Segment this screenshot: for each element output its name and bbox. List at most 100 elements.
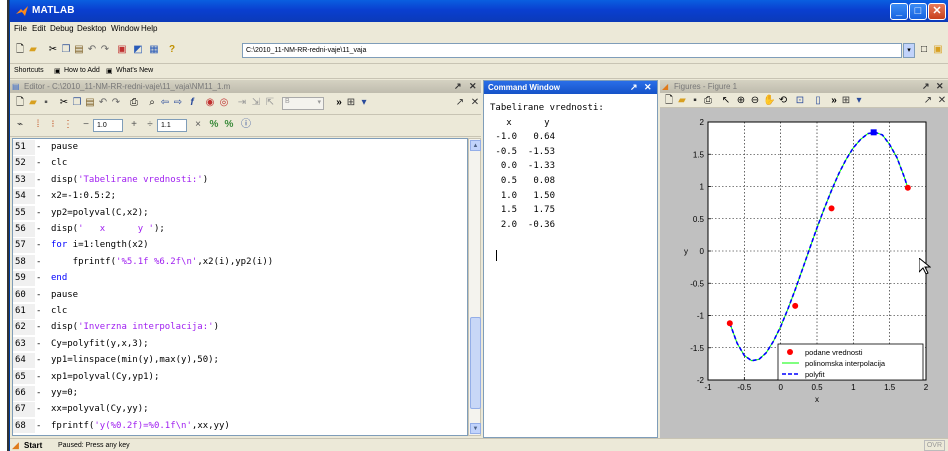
figure-toolbar-close-icon[interactable]: ✕ [936,95,948,107]
editor-close-icon[interactable]: ✕ [469,80,477,93]
title-bar[interactable]: MATLAB _ □ ✕ [10,0,948,22]
line-executable-marker[interactable]: - [36,288,41,303]
code-line[interactable]: 55- yp2=polyval(C,x2); [13,205,467,221]
figure-overflow-icon[interactable]: » [828,95,840,107]
step-icon[interactable]: ⇥ [236,97,248,109]
redo-icon[interactable]: ↷ [99,44,111,56]
line-number[interactable]: 53 [13,172,35,188]
minimize-button[interactable]: _ [890,3,908,20]
scroll-up-icon[interactable]: ▲ [470,140,481,151]
line-number[interactable]: 65 [13,369,35,385]
undo-icon[interactable]: ↶ [86,44,98,56]
editor-redo-icon[interactable]: ↷ [110,97,122,109]
line-number[interactable]: 68 [13,418,35,434]
decrement-value-input[interactable]: 1.0 [93,119,123,132]
editor-title-bar[interactable]: ▤ Editor - C:\2010_11-NM-RR-redni-vaje\1… [10,80,481,93]
eval-cell-icon[interactable]: ⁞ [32,119,44,131]
code-line[interactable]: 54- x2=-1:0.5:2; [13,189,467,204]
menu-debug[interactable]: Debug [50,24,74,33]
data-cursor-icon[interactable]: ⊡ [794,95,806,107]
decrement-icon[interactable]: − [80,119,92,131]
cell-mode-icon[interactable]: ⌁ [14,119,26,131]
line-number[interactable]: 57 [13,238,35,253]
up-folder-icon[interactable]: ▣ [932,44,944,56]
line-number[interactable]: 59 [13,271,35,286]
pan-icon[interactable]: ✋ [763,95,775,107]
line-number[interactable]: 60 [13,287,35,303]
line-number[interactable]: 61 [13,304,35,319]
editor-new-icon[interactable]: 🗋 [14,97,26,109]
figure-new-icon[interactable]: 🗋 [663,95,675,107]
line-executable-marker[interactable]: - [36,304,41,319]
breakpoint-icon[interactable]: ◉ [204,97,216,109]
code-line[interactable]: 60- pause [13,287,467,303]
folder-dropdown-button[interactable]: ▾ [903,43,915,58]
line-executable-marker[interactable]: - [36,238,41,253]
figure-print-icon[interactable]: ⎙ [702,95,714,107]
line-executable-marker[interactable]: - [36,386,41,401]
paste-icon[interactable]: ▤ [73,44,85,56]
comment-icon[interactable]: % [208,119,220,131]
command-window-title-bar[interactable]: Command Window ↗ ✕ [484,81,657,94]
line-executable-marker[interactable]: - [36,173,41,188]
editor-undo-icon[interactable]: ↶ [97,97,109,109]
scroll-down-icon[interactable]: ▼ [470,423,481,434]
code-line[interactable]: 56- disp(' x y '); [13,222,467,237]
step-in-icon[interactable]: ⇲ [250,97,262,109]
copy-icon[interactable]: ❐ [60,44,72,56]
code-line[interactable]: 57- for i=1:length(x2) [13,238,467,253]
shortcut-how-to-add[interactable]: How to Add [64,67,100,74]
figure-layout-dropdown-icon[interactable]: ▾ [853,95,865,107]
current-folder-input[interactable]: C:\2010_11-NM-RR-redni-vaje\11_vaja [242,43,902,58]
code-line[interactable]: 51- pause [13,140,467,155]
uncomment-icon[interactable]: % [223,119,235,131]
line-number[interactable]: 56 [13,222,35,237]
command-window-close-icon[interactable]: ✕ [644,81,652,94]
step-out-icon[interactable]: ⇱ [264,97,276,109]
rotate-icon[interactable]: ⟲ [777,95,789,107]
code-line[interactable]: 53- disp('Tabelirane vrednosti:') [13,172,467,188]
increment-icon[interactable]: + [128,119,140,131]
scroll-thumb[interactable] [470,317,481,409]
line-executable-marker[interactable]: - [36,337,41,352]
line-executable-marker[interactable]: - [36,206,41,221]
line-executable-marker[interactable]: - [36,140,41,155]
code-line[interactable]: 67- xx=polyval(Cy,yy); [13,402,467,417]
command-window-undock-icon[interactable]: ↗ [630,81,638,94]
stack-dropdown[interactable]: B ▾ [282,97,324,110]
line-number[interactable]: 54 [13,189,35,204]
line-number[interactable]: 64 [13,353,35,368]
line-number[interactable]: 52 [13,156,35,171]
line-executable-marker[interactable]: - [36,320,41,335]
figure-save-icon[interactable]: ▪ [689,95,701,107]
divide-icon[interactable]: ÷ [144,119,156,131]
line-executable-marker[interactable]: - [36,271,41,286]
editor-copy-icon[interactable]: ❐ [71,97,83,109]
eval-advance-icon[interactable]: ⁝ [47,119,59,131]
line-number[interactable]: 58 [13,254,35,270]
divide-value-input[interactable]: 1.1 [157,119,187,132]
code-area[interactable]: 51- pause 52- clc 53- disp('Tabelirane vredno… [12,138,468,436]
command-window[interactable]: Command Window ↗ ✕ Tabelirane vrednosti:… [483,80,658,438]
find-icon[interactable]: ⌕ [146,97,158,109]
menu-file[interactable]: File [14,24,27,33]
line-executable-marker[interactable]: - [36,402,41,417]
menu-window[interactable]: Window [111,24,139,33]
help-icon[interactable]: ? [166,44,178,56]
layout-dropdown-icon[interactable]: ▾ [358,97,370,109]
figures-close-icon[interactable]: ✕ [936,80,944,93]
code-line[interactable]: 68- fprintf('y(%0.2f)=%0.1f\n',xx,yy) [13,418,467,434]
line-executable-marker[interactable]: - [36,222,41,237]
line-executable-marker[interactable]: - [36,156,41,171]
code-line[interactable]: 64- yp1=linspace(min(y),max(y),50); [13,353,467,368]
code-line[interactable]: 65- xp1=polyval(Cy,yp1); [13,369,467,385]
new-file-icon[interactable]: 🗋 [14,44,26,56]
code-line[interactable]: 58- fprintf('%5.1f %6.2f\n',x2(i),yp2(i)… [13,254,467,270]
line-number[interactable]: 63 [13,336,35,352]
figure-open-icon[interactable]: ▰ [676,95,688,107]
clear-breakpoints-icon[interactable]: ◎ [218,97,230,109]
editor-toolbar-undock-icon[interactable]: ↗ [454,97,466,109]
eval-file-icon[interactable]: ⋮ [62,119,74,131]
line-number[interactable]: 51 [13,140,35,155]
editor-paste-icon[interactable]: ▤ [84,97,96,109]
